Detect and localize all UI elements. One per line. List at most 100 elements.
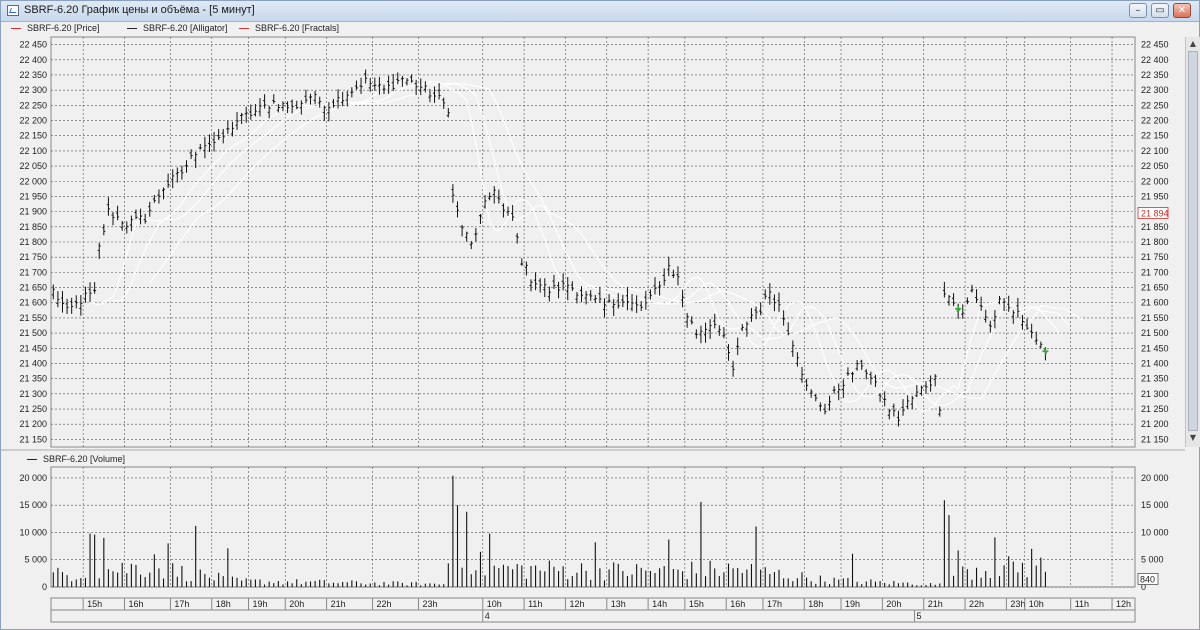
price-tick-label-right: 22 400: [1141, 55, 1169, 65]
price-tick-label-right: 22 050: [1141, 161, 1169, 171]
price-scrollbar[interactable]: ▲ ▼: [1185, 37, 1200, 447]
hour-label: 13h: [611, 599, 626, 609]
price-tick-label-left: 22 450: [19, 40, 47, 50]
price-tick-label-left: 22 000: [19, 176, 47, 186]
hour-label: 11h: [1075, 599, 1089, 609]
hour-label: 21h: [331, 599, 346, 609]
hour-label: 19h: [253, 599, 268, 609]
price-tick-label-right: 21 650: [1141, 283, 1169, 293]
volume-tick-label-right: 10 000: [1141, 527, 1169, 537]
price-tick-label-left: 22 150: [19, 131, 47, 141]
price-tick-label-left: 22 050: [19, 161, 47, 171]
price-tick-label-right: 21 850: [1141, 222, 1169, 232]
chart-canvas[interactable]: 21 150 21 150 21 200 21 200 21 250 21 250 21 3…: [1, 1, 1199, 629]
price-tick-label-right: 21 750: [1141, 252, 1169, 262]
price-panel[interactable]: 21 150 21 150 21 200 21 200 21 250 21 250 21 3…: [1, 36, 1185, 451]
hour-label: 19h: [845, 599, 860, 609]
hour-label: 18h: [216, 599, 231, 609]
hour-label: 17h: [174, 599, 189, 609]
scroll-thumb[interactable]: [1188, 51, 1198, 431]
scroll-up-icon[interactable]: ▲: [1188, 39, 1198, 49]
price-tick-label-left: 21 700: [19, 267, 47, 277]
price-tick-label-left: 22 300: [19, 85, 47, 95]
hour-label: 12h: [1116, 599, 1131, 609]
price-tick-label-right: 21 800: [1141, 237, 1169, 247]
day-label: 4: [485, 611, 490, 621]
price-tick-label-right: 21 500: [1141, 328, 1169, 338]
hour-label: 22h: [377, 599, 392, 609]
price-tick-label-left: 22 400: [19, 55, 47, 65]
volume-plot-area[interactable]: [50, 466, 1136, 588]
price-tick-label-right: 21 600: [1141, 298, 1169, 308]
hour-label: 16h: [128, 599, 143, 609]
price-tick-label-left: 22 100: [19, 146, 47, 156]
scroll-down-icon[interactable]: ▼: [1188, 433, 1198, 443]
volume-tick-label-left: 15 000: [19, 500, 47, 510]
price-tick-label-left: 21 650: [19, 283, 47, 293]
price-tick-label-left: 21 750: [19, 252, 47, 262]
day-label: 5: [917, 611, 922, 621]
volume-panel[interactable]: 0 05 000 5 00010 000 10 00015 000 15 00020 0…: [19, 466, 1169, 592]
hour-label: 23h: [1010, 599, 1025, 609]
price-tick-label-left: 21 850: [19, 222, 47, 232]
hour-label: 15h: [87, 599, 102, 609]
hour-label: 11h: [528, 599, 542, 609]
price-tick-label-right: 21 250: [1141, 404, 1169, 414]
price-tick-label-right: 21 200: [1141, 419, 1169, 429]
volume-tick-label-right: 5 000: [1141, 555, 1164, 565]
chart-window: SBRF-6.20 График цены и объёма - [5 мину…: [0, 0, 1200, 630]
price-tick-label-left: 22 350: [19, 70, 47, 80]
price-tick-label-left: 21 450: [19, 343, 47, 353]
hour-label: 17h: [767, 599, 782, 609]
price-tick-label-left: 21 300: [19, 389, 47, 399]
price-tick-label-right: 21 350: [1141, 374, 1169, 384]
price-tick-label-left: 21 500: [19, 328, 47, 338]
hour-label: 10h: [487, 599, 502, 609]
price-tick-label-right: 22 350: [1141, 70, 1169, 80]
price-tick-label-left: 21 900: [19, 207, 47, 217]
hour-label: 12h: [569, 599, 584, 609]
price-tick-label-right: 22 250: [1141, 100, 1169, 110]
hour-label: 21h: [928, 599, 943, 609]
volume-tick-label-left: 0: [42, 582, 47, 592]
price-tick-label-right: 21 300: [1141, 389, 1169, 399]
price-tick-label-right: 21 400: [1141, 358, 1169, 368]
hour-label: 23h: [422, 599, 437, 609]
price-tick-label-right: 21 950: [1141, 191, 1169, 201]
price-tick-label-left: 22 250: [19, 100, 47, 110]
hour-label: 15h: [689, 599, 704, 609]
price-tick-label-right: 22 000: [1141, 176, 1169, 186]
price-tick-label-right: 21 150: [1141, 434, 1169, 444]
price-tick-label-right: 22 100: [1141, 146, 1169, 156]
hour-label: 20h: [289, 599, 304, 609]
price-tick-label-right: 22 300: [1141, 85, 1169, 95]
price-tick-label-left: 21 800: [19, 237, 47, 247]
volume-tick-label-right: 15 000: [1141, 500, 1169, 510]
price-tick-label-left: 21 250: [19, 404, 47, 414]
price-tick-label-left: 21 150: [19, 434, 47, 444]
price-tick-label-left: 21 400: [19, 358, 47, 368]
price-tick-label-right: 22 150: [1141, 131, 1169, 141]
time-axis: 15h 16h 17h 18h 19h 20h 21h 22h 23h 10h 11h 12h 13h 1…: [50, 597, 1136, 623]
hour-label: 18h: [808, 599, 823, 609]
day-axis-strip: [50, 609, 1136, 623]
price-tick-label-left: 21 350: [19, 374, 47, 384]
price-tick-label-right: 21 550: [1141, 313, 1169, 323]
price-tick-label-left: 21 950: [19, 191, 47, 201]
volume-tick-label-left: 20 000: [19, 473, 47, 483]
price-tick-label-left: 21 550: [19, 313, 47, 323]
last-volume-label: 840: [1140, 574, 1155, 584]
price-tick-label-right: 21 450: [1141, 343, 1169, 353]
price-tick-label-right: 22 450: [1141, 40, 1169, 50]
hour-label: 16h: [730, 599, 745, 609]
price-tick-label-left: 22 200: [19, 116, 47, 126]
price-tick-label-right: 21 700: [1141, 267, 1169, 277]
price-tick-label-left: 21 200: [19, 419, 47, 429]
volume-tick-label-left: 10 000: [19, 527, 47, 537]
volume-tick-label-left: 5 000: [24, 555, 47, 565]
hour-label: 20h: [886, 599, 901, 609]
last-price-label: 21 894: [1141, 208, 1169, 218]
hour-label: 14h: [652, 599, 667, 609]
volume-tick-label-right: 20 000: [1141, 473, 1169, 483]
hour-label: 22h: [969, 599, 984, 609]
